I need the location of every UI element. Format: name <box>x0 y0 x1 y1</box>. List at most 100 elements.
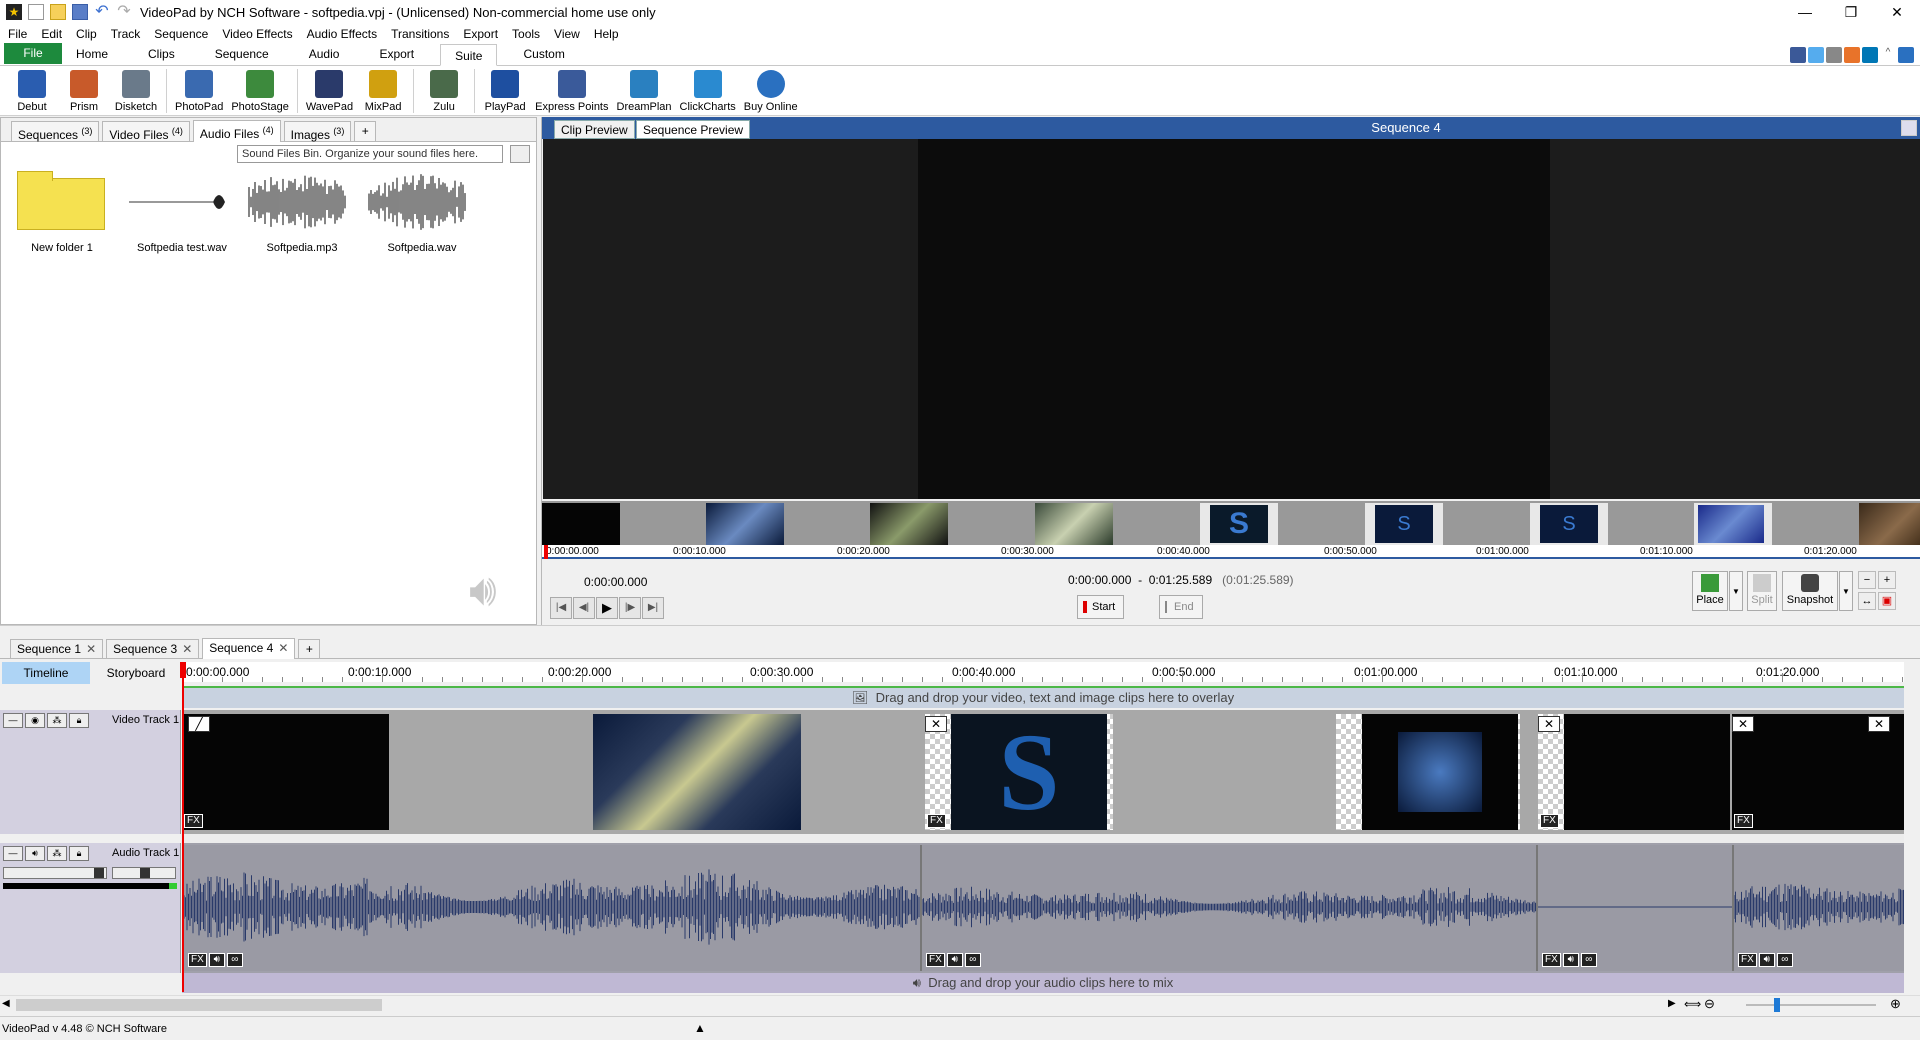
cross-transition-icon[interactable]: ✕ <box>1868 716 1890 732</box>
sequence-tab[interactable]: Sequence 1 ✕ <box>10 639 104 658</box>
timeline-ruler[interactable]: 0:00:00.000 0:00:10.000 0:00:20.000 0:00… <box>182 662 1904 682</box>
track-splitter[interactable] <box>182 834 1904 843</box>
ribbon-tab-sequence[interactable]: Sequence <box>201 43 283 65</box>
add-bin-tab-button[interactable]: + <box>354 121 377 141</box>
menu-transitions[interactable]: Transitions <box>391 27 449 41</box>
place-button[interactable]: Place <box>1692 571 1728 611</box>
ribbon-tab-home[interactable]: Home <box>62 43 122 65</box>
loop-icon[interactable]: ∞ <box>226 953 243 967</box>
buy-online-button[interactable]: Buy Online <box>740 66 802 116</box>
go-to-start-icon[interactable]: |◀ <box>550 597 572 619</box>
menu-tools[interactable]: Tools <box>512 27 540 41</box>
fade-transition-icon[interactable]: ╱ <box>188 716 210 732</box>
volume-icon[interactable]: 🔊︎ <box>1562 953 1579 967</box>
audio-clip[interactable]: FX 🔊︎ ∞ <box>920 845 1538 971</box>
lock-icon[interactable]: 🔒︎ <box>69 846 89 861</box>
bin-item-audio[interactable]: Softpedia.wav <box>367 174 477 254</box>
set-end-button[interactable]: End <box>1159 595 1203 619</box>
ribbon-tab-file[interactable]: File <box>4 43 62 64</box>
cross-transition-icon[interactable]: ✕ <box>1538 716 1560 732</box>
ribbon-tab-custom[interactable]: Custom <box>509 43 578 65</box>
menu-file[interactable]: File <box>8 27 27 41</box>
snapshot-button[interactable]: Snapshot <box>1782 571 1838 611</box>
cross-transition-icon[interactable]: ✕ <box>925 716 947 732</box>
overlay-drop-zone[interactable]: 🖼︎ Drag and drop your video, text and im… <box>182 686 1904 708</box>
timeline-zoom-slider[interactable] <box>1746 1004 1876 1006</box>
video-track[interactable]: ╱ FX S ✕ FX ✕ FX ✕ ✕ FX <box>182 710 1904 834</box>
close-tab-icon[interactable]: ✕ <box>182 642 192 656</box>
menu-help[interactable]: Help <box>594 27 619 41</box>
ribbon-tab-export[interactable]: Export <box>365 43 428 65</box>
zoom-in-icon[interactable]: + <box>1878 571 1896 589</box>
sequence-tab[interactable]: Sequence 4 ✕ <box>202 638 296 659</box>
scrollbar-thumb[interactable] <box>16 999 382 1011</box>
redo-icon[interactable]: ↷ <box>116 4 132 20</box>
sequence-tab[interactable]: Sequence 3 ✕ <box>106 639 200 658</box>
bin-item-audio[interactable]: Softpedia.mp3 <box>247 174 357 254</box>
tab-sequence-preview[interactable]: Sequence Preview <box>636 120 751 139</box>
video-clip[interactable]: ✕ FX <box>1538 714 1730 830</box>
tab-clip-preview[interactable]: Clip Preview <box>554 120 635 139</box>
restore-icon[interactable]: ❐ <box>1828 0 1874 24</box>
bin-tab-audio-files[interactable]: Audio Files (4) <box>192 120 281 142</box>
scroll-left-icon[interactable]: ◀ <box>2 998 10 1009</box>
video-clip[interactable]: ╱ FX <box>182 714 389 830</box>
new-project-icon[interactable] <box>28 4 44 20</box>
video-clip[interactable] <box>593 714 801 830</box>
photopad-button[interactable]: PhotoPad <box>171 66 227 116</box>
minimize-icon[interactable]: — <box>1782 0 1828 24</box>
mix-drop-zone[interactable]: 🔊︎ Drag and drop your audio clips here t… <box>182 973 1904 993</box>
fx-button[interactable]: FX <box>184 814 203 828</box>
loop-icon[interactable]: ∞ <box>1580 953 1597 967</box>
photostage-button[interactable]: PhotoStage <box>227 66 293 116</box>
fit-timeline-icon[interactable]: ⟺ <box>1684 997 1701 1011</box>
fx-button[interactable]: FX <box>926 953 945 967</box>
video-clip[interactable]: ✕ ✕ FX <box>1732 714 1904 830</box>
video-clip[interactable]: S ✕ FX <box>925 714 1113 830</box>
set-start-button[interactable]: Start <box>1077 595 1125 619</box>
timeline-playhead[interactable] <box>180 662 186 992</box>
expand-up-icon[interactable]: ▲ <box>694 1021 706 1035</box>
collapse-ribbon-icon[interactable]: ^ <box>1880 47 1896 63</box>
bin-item-audio[interactable]: Softpedia test.wav <box>127 174 237 254</box>
snapshot-dropdown-icon[interactable]: ▼ <box>1839 571 1853 611</box>
twitter-icon[interactable] <box>1808 47 1824 63</box>
panel-splitter[interactable] <box>0 625 1920 637</box>
audio-clip[interactable]: FX 🔊︎ ∞ <box>1536 845 1734 971</box>
menu-clip[interactable]: Clip <box>76 27 97 41</box>
bin-tab-video-files[interactable]: Video Files (4) <box>102 121 190 142</box>
fx-button[interactable]: FX <box>188 953 207 967</box>
collapse-track-icon[interactable]: — <box>3 846 23 861</box>
undo-icon[interactable]: ↶ <box>94 4 110 20</box>
undock-preview-icon[interactable] <box>1901 120 1917 136</box>
menu-audio-effects[interactable]: Audio Effects <box>307 27 378 41</box>
playpad-button[interactable]: PlayPad <box>479 66 531 116</box>
fx-button[interactable]: FX <box>927 814 946 828</box>
linkedin-icon[interactable] <box>1862 47 1878 63</box>
bin-view-toggle-icon[interactable] <box>510 145 530 163</box>
add-sequence-button[interactable]: + <box>298 639 321 658</box>
audio-track[interactable]: FX 🔊︎ ∞ FX 🔊︎ ∞ FX 🔊︎ ∞ FX 🔊︎ ∞ <box>182 843 1904 973</box>
audio-clip[interactable]: FX 🔊︎ ∞ <box>1732 845 1904 971</box>
help-icon[interactable] <box>1898 47 1914 63</box>
dreamplan-button[interactable]: DreamPlan <box>613 66 676 116</box>
menu-video-effects[interactable]: Video Effects <box>222 27 292 41</box>
menu-export[interactable]: Export <box>463 27 498 41</box>
play-icon[interactable]: ▶ <box>596 597 618 619</box>
scroll-right-icon[interactable]: ▶ <box>1668 998 1676 1009</box>
save-project-icon[interactable] <box>72 4 88 20</box>
ribbon-tab-suite[interactable]: Suite <box>440 44 498 66</box>
loop-icon[interactable]: ∞ <box>964 953 981 967</box>
zulu-button[interactable]: Zulu <box>418 66 470 116</box>
audio-clip[interactable]: FX 🔊︎ ∞ <box>182 845 921 971</box>
close-icon[interactable]: ✕ <box>1874 0 1920 24</box>
fx-button[interactable]: FX <box>1540 814 1559 828</box>
timeline-horizontal-scrollbar[interactable]: ◀ ▶ ⟺ ⊖ ⊕ <box>0 995 1920 1013</box>
step-forward-icon[interactable]: |▶ <box>619 597 641 619</box>
tab-storyboard[interactable]: Storyboard <box>92 662 180 684</box>
speaker-icon[interactable]: 🔊︎ <box>25 846 45 861</box>
fx-button[interactable]: FX <box>1738 953 1757 967</box>
ribbon-tab-clips[interactable]: Clips <box>134 43 189 65</box>
preview-playhead[interactable] <box>544 545 548 559</box>
menu-track[interactable]: Track <box>111 27 141 41</box>
